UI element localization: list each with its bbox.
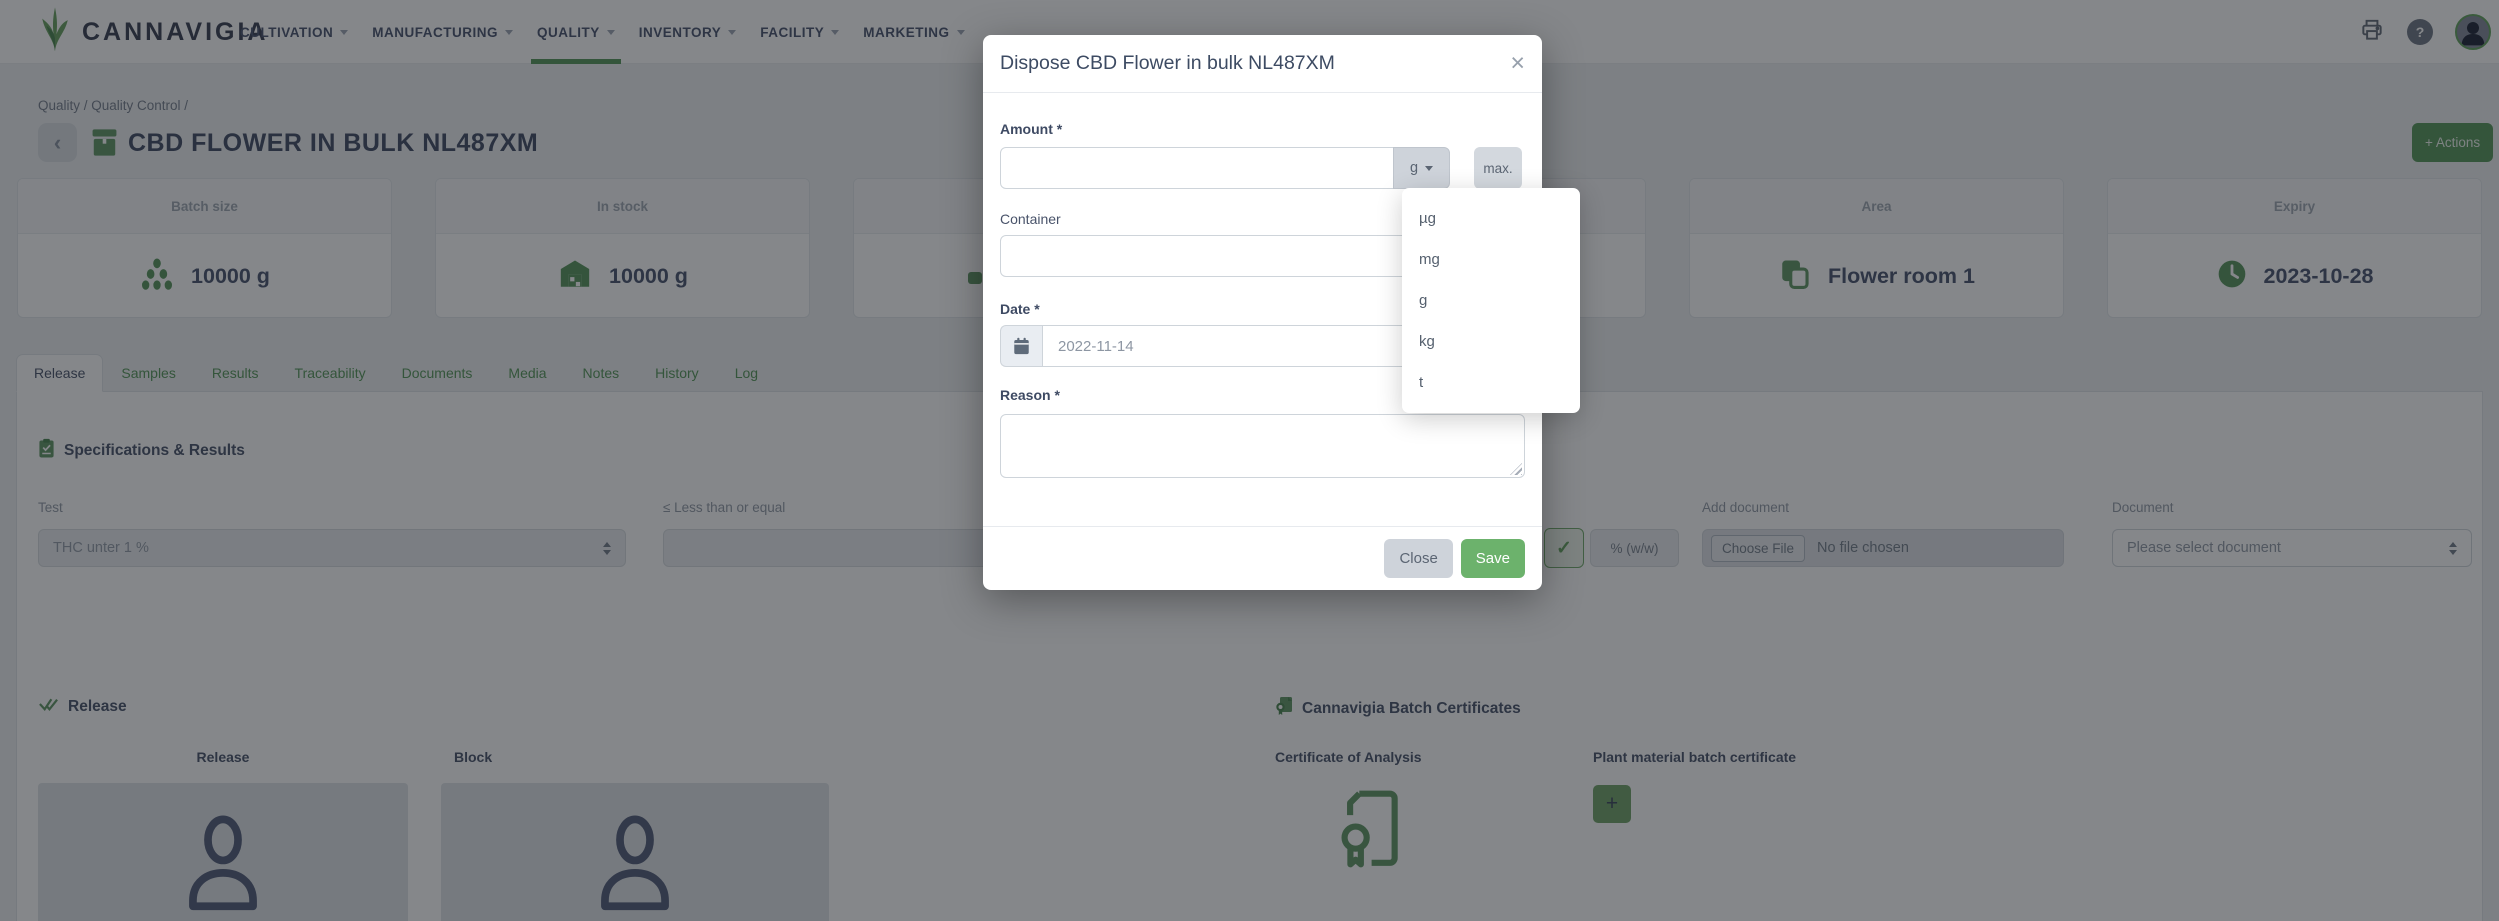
chevron-down-icon xyxy=(1425,166,1433,171)
unit-option-g[interactable]: g xyxy=(1402,280,1580,321)
reason-label: Reason * xyxy=(1000,387,1060,403)
unit-option-mg[interactable]: mg xyxy=(1402,239,1580,280)
max-button[interactable]: max. xyxy=(1474,147,1522,189)
modal-header: Dispose CBD Flower in bulk NL487XM × xyxy=(983,35,1542,93)
close-button[interactable]: Close xyxy=(1384,539,1452,578)
date-label: Date * xyxy=(1000,301,1040,317)
amount-input[interactable] xyxy=(1000,147,1394,189)
container-label: Container xyxy=(1000,211,1061,227)
calendar-icon[interactable] xyxy=(1000,325,1042,367)
unit-option-kg[interactable]: kg xyxy=(1402,321,1580,362)
amount-label: Amount * xyxy=(1000,121,1062,137)
save-button[interactable]: Save xyxy=(1461,539,1525,578)
app-page: CANNAVIGIA CULTIVATION MANUFACTURING QUA… xyxy=(0,0,2499,921)
unit-dropdown-menu: µg mg g kg t xyxy=(1402,188,1580,413)
modal-title: Dispose CBD Flower in bulk NL487XM xyxy=(1000,52,1335,75)
unit-option-ug[interactable]: µg xyxy=(1402,198,1580,239)
modal-footer: Close Save xyxy=(983,526,1542,590)
reason-textarea[interactable] xyxy=(1000,414,1525,478)
unit-option-t[interactable]: t xyxy=(1402,362,1580,403)
close-icon[interactable]: × xyxy=(1510,51,1525,76)
unit-dropdown-button[interactable]: g xyxy=(1393,147,1450,189)
